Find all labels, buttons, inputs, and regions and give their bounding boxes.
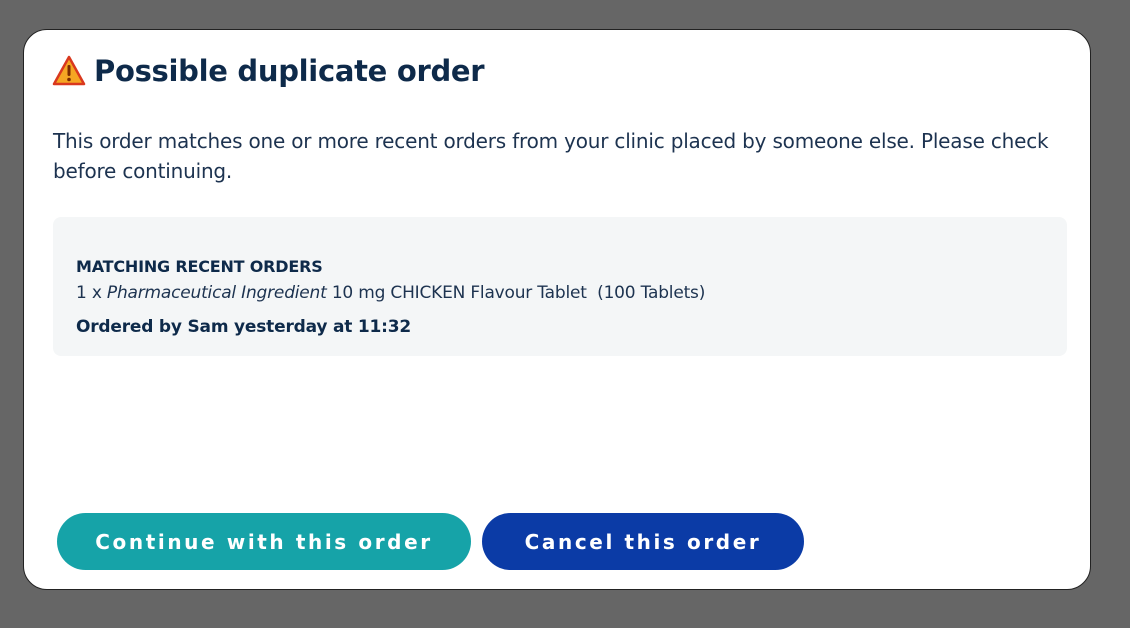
cancel-order-button[interactable]: Cancel this order bbox=[482, 513, 804, 570]
dialog-header: Possible duplicate order bbox=[52, 54, 485, 88]
continue-order-button[interactable]: Continue with this order bbox=[57, 513, 471, 570]
ordered-by-info: Ordered by Sam yesterday at 11:32 bbox=[76, 317, 411, 337]
dialog-description: This order matches one or more recent or… bbox=[53, 129, 1049, 183]
matching-orders-heading: MATCHING RECENT ORDERS bbox=[76, 257, 323, 276]
order-ingredient: Pharmaceutical Ingredient bbox=[106, 283, 327, 303]
matching-order-item: 1 x Pharmaceutical Ingredient 10 mg CHIC… bbox=[76, 283, 705, 303]
order-product-details: 10 mg CHICKEN Flavour Tablet (100 Tablet… bbox=[326, 283, 706, 303]
duplicate-order-dialog: Possible duplicate order This order matc… bbox=[23, 29, 1091, 590]
order-quantity: 1 x bbox=[76, 283, 107, 303]
warning-icon bbox=[52, 55, 86, 87]
dialog-title: Possible duplicate order bbox=[94, 54, 485, 88]
matching-orders-panel: MATCHING RECENT ORDERS 1 x Pharmaceutica… bbox=[53, 217, 1067, 356]
